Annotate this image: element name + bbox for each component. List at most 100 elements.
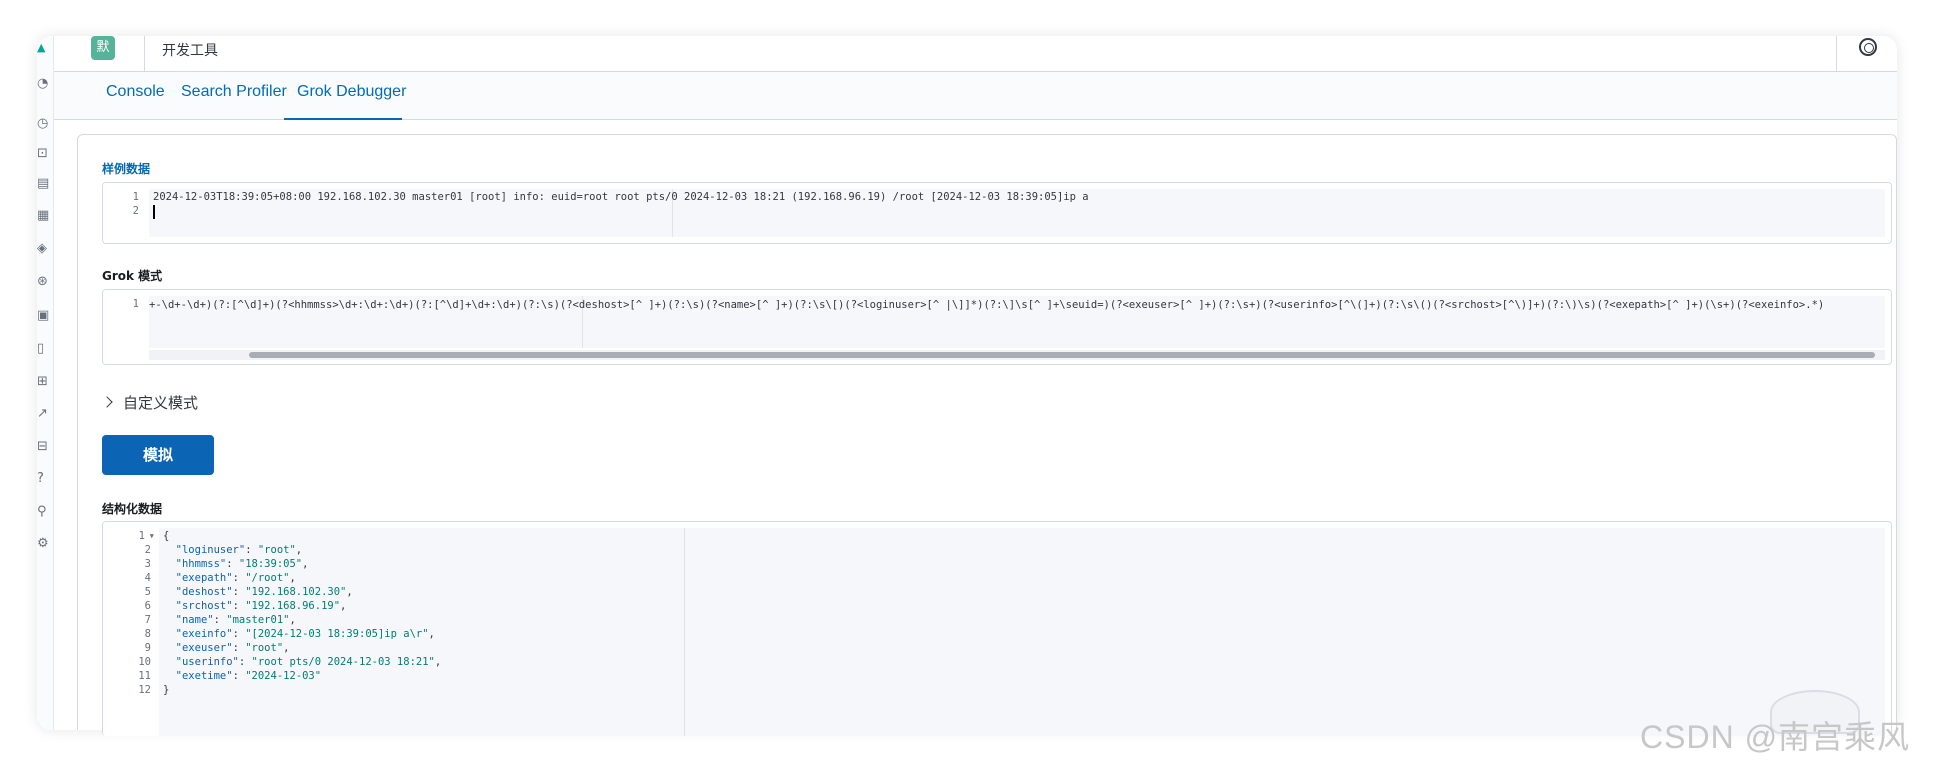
json-brace: } [163, 684, 170, 696]
json-value: "192.168.96.19" [245, 600, 341, 612]
line-number: 7 [144, 614, 151, 626]
sample-data-text-area[interactable]: 2024-12-03T18:39:05+08:00 192.168.102.30… [149, 189, 1885, 237]
json-line: "loginuser": "root", [175, 544, 303, 556]
json-key: "hhmmss" [175, 558, 227, 570]
canvas-icon[interactable]: ▦ [37, 208, 54, 224]
line-number: 1 [132, 191, 139, 203]
json-line: { [163, 530, 169, 542]
line-number: 3 [144, 558, 151, 570]
simulate-button[interactable]: 模拟 [102, 435, 214, 475]
header-divider [144, 36, 145, 72]
line-number: 12 [138, 684, 151, 696]
custom-patterns-label: 自定义模式 [123, 394, 199, 412]
json-line: "userinfo": "root pts/0 2024-12-03 18:21… [175, 656, 442, 668]
line-number: 2 [144, 544, 151, 556]
line-number: 1 [132, 298, 139, 310]
json-line: "deshost": "192.168.102.30", [175, 586, 353, 598]
monitoring-icon[interactable]: ⚲ [37, 504, 54, 520]
structured-data-output[interactable]: 1 ▾ 2 3 4 5 6 7 8 9 10 11 12 { "loginuser": "root", … [102, 521, 1892, 736]
logs-icon[interactable]: ▯ [37, 341, 54, 357]
json-value: "master01" [226, 614, 290, 626]
json-value: "18:39:05" [238, 558, 303, 570]
help-icon[interactable] [1859, 38, 1877, 56]
dev-tools-tabs: Console Search Profiler Grok Debugger [54, 72, 1897, 120]
management-icon[interactable]: ⚙ [37, 536, 54, 552]
json-value: "root pts/0 2024-12-03 18:21" [251, 656, 435, 668]
header-divider-right [1836, 36, 1837, 72]
scrollbar-thumb[interactable] [249, 352, 1875, 358]
tab-grok-debugger[interactable]: Grok Debugger [297, 72, 406, 120]
chevron-right-icon [101, 396, 113, 408]
line-number: 9 [144, 642, 151, 654]
json-value: "/root" [245, 572, 290, 584]
fold-toggle-icon[interactable]: ▾ [149, 530, 155, 542]
json-key: "name" [175, 614, 214, 626]
grok-pattern-text-area[interactable]: +-\d+-\d+)(?:[^\d]+)(?<hhmmss>\d+:\d+:\d… [149, 296, 1885, 348]
line-number: 6 [144, 600, 151, 612]
line-number: 1 [138, 530, 145, 542]
uptime-icon[interactable]: ↗ [37, 406, 54, 422]
json-line: } [163, 684, 169, 696]
json-line: "hhmmss": "18:39:05", [175, 558, 309, 570]
tab-console[interactable]: Console [106, 72, 165, 120]
grok-pattern-editor[interactable]: 1 +-\d+-\d+)(?:[^\d]+)(?<hhmmss>\d+:\d+:… [102, 289, 1892, 365]
editor-gutter: 1 ▾ 2 3 4 5 6 7 8 9 10 11 12 [103, 522, 159, 736]
sample-line: 2024-12-03T18:39:05+08:00 192.168.102.30… [153, 191, 1089, 203]
watermark-text: CSDN @南宫乘风 [1640, 719, 1911, 755]
editor-gutter: 1 2 [103, 183, 147, 243]
siem-icon[interactable]: ⊟ [37, 439, 54, 455]
json-key: "exeuser" [175, 642, 233, 654]
json-key: "deshost" [175, 586, 233, 598]
dashboard-icon[interactable]: ▤ [37, 176, 54, 192]
metrics-icon[interactable]: ▣ [37, 308, 54, 324]
line-number: 8 [144, 628, 151, 640]
grok-pattern-line: +-\d+-\d+)(?:[^\d]+)(?<hhmmss>\d+:\d+:\d… [149, 299, 1825, 311]
json-value: "[2024-12-03 18:39:05]ip a\r" [245, 628, 429, 640]
horizontal-scrollbar[interactable] [149, 350, 1885, 360]
json-key: "loginuser" [175, 544, 246, 556]
json-brace: { [163, 530, 170, 542]
custom-patterns-toggle[interactable]: 自定义模式 [101, 392, 199, 413]
dev-tools-icon[interactable]: ? [37, 471, 54, 487]
maps-icon[interactable]: ◈ [37, 241, 54, 257]
json-key: "exeinfo" [175, 628, 233, 640]
line-number: 11 [138, 670, 151, 682]
structured-data-text-area[interactable]: { "loginuser": "root", "hhmmss": "18:39:… [159, 528, 1885, 736]
tab-search-profiler[interactable]: Search Profiler [181, 72, 287, 120]
active-tab-indicator [284, 118, 402, 120]
json-line: "exeinfo": "[2024-12-03 18:39:05]ip a\r"… [175, 628, 435, 640]
recent-icon[interactable]: ◔ [37, 76, 54, 92]
breadcrumb-title[interactable]: 开发工具 [162, 40, 218, 60]
json-key: "userinfo" [175, 656, 239, 668]
json-line: "name": "master01", [175, 614, 296, 626]
kibana-logo-icon[interactable]: ▲ [37, 40, 54, 56]
sample-data-label: 样例数据 [102, 162, 151, 176]
json-value: "root" [245, 642, 284, 654]
structured-data-label: 结构化数据 [102, 502, 163, 516]
json-key: "exepath" [175, 572, 233, 584]
sample-data-editor[interactable]: 1 2 2024-12-03T18:39:05+08:00 192.168.10… [102, 182, 1892, 244]
line-number: 4 [144, 572, 151, 584]
editor-gutter: 1 [103, 290, 147, 364]
visualize-icon[interactable]: ⊡ [37, 146, 54, 162]
line-number: 5 [144, 586, 151, 598]
apm-icon[interactable]: ⊞ [37, 374, 54, 390]
json-value: "192.168.102.30" [245, 586, 347, 598]
line-number: 10 [138, 656, 151, 668]
json-line: "exetime": "2024-12-03" [175, 670, 322, 682]
side-nav-rail: ▲ ◔ ◷ ⊡ ▤ ▦ ◈ ⊛ ▣ ▯ ⊞ ↗ ⊟ ? ⚲ ⚙ [37, 36, 54, 730]
json-value: "root" [257, 544, 296, 556]
grok-pattern-label: Grok 模式 [102, 269, 163, 283]
json-key: "srchost" [175, 600, 233, 612]
discover-icon[interactable]: ◷ [37, 116, 54, 132]
json-line: "exeuser": "root", [175, 642, 290, 654]
line-number: 2 [132, 205, 139, 217]
text-cursor [153, 205, 155, 219]
json-key: "exetime" [175, 670, 233, 682]
space-avatar[interactable]: 默 [91, 36, 115, 60]
json-value: "2024-12-03" [245, 670, 322, 682]
ml-icon[interactable]: ⊛ [37, 274, 54, 290]
json-line: "exepath": "/root", [175, 572, 296, 584]
print-margin [684, 528, 685, 736]
top-header: 默 开发工具 [54, 36, 1897, 72]
